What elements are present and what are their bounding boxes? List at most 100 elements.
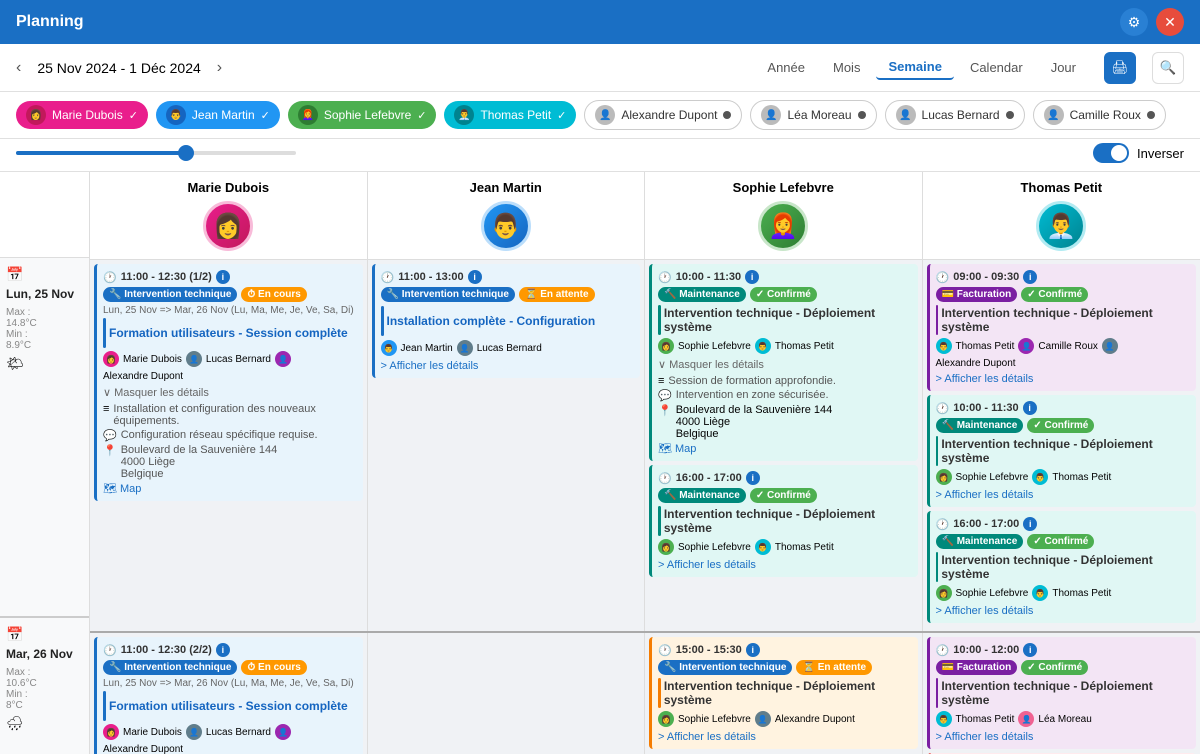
event-people: 👩 Sophie Lefebvre 👤 Alexandre Dupont: [658, 711, 912, 727]
event-people: 👨 Jean Martin 👤 Lucas Bernard: [381, 340, 635, 356]
event-time: 🕐16:00 - 17:00 i: [936, 517, 1191, 531]
event-people: 👨 Thomas Petit 👤 Camille Roux 👤 Alexandr…: [936, 338, 1191, 369]
person-headers: Marie Dubois 👩 Jean Martin 👨 Sophie Lefe…: [90, 172, 1200, 260]
hide-details-link[interactable]: ∨ Masquer les détails: [103, 386, 357, 399]
show-details-link[interactable]: > Afficher les détails: [381, 360, 635, 372]
chip-check-marie: ✓: [129, 109, 138, 122]
filter-chip-thomas[interactable]: 👨‍💼 Thomas Petit ✓: [444, 101, 576, 129]
thomas-day1: 🕐09:00 - 09:30 i 💳 Facturation ✓ Confirm…: [923, 260, 1200, 631]
filter-chip-lucas[interactable]: 👤 Lucas Bernard: [885, 100, 1025, 130]
badge-row: 🔨 Maintenance ✓ Confirmé: [658, 488, 912, 503]
chip-label-alexandre: Alexandre Dupont: [621, 108, 717, 122]
event-card: 🕐16:00 - 17:00 i 🔨 Maintenance ✓ Confirm…: [927, 511, 1197, 623]
filter-chip-marie[interactable]: 👩 Marie Dubois ✓: [16, 101, 148, 129]
filter-chip-alexandre[interactable]: 👤 Alexandre Dupont: [584, 100, 742, 130]
show-details-link[interactable]: > Afficher les détails: [936, 489, 1191, 501]
next-button[interactable]: ›: [217, 59, 222, 77]
event-time: 🕐10:00 - 11:30 i: [936, 401, 1191, 415]
event-people: 👩 Sophie Lefebvre 👨 Thomas Petit: [658, 539, 912, 555]
badge-row: 🔨 Maintenance ✓ Confirmé: [658, 287, 912, 302]
event-card: 🕐16:00 - 17:00 i 🔨 Maintenance ✓ Confirm…: [649, 465, 918, 577]
event-card: 🕐15:00 - 15:30 i 🔧 Intervention techniqu…: [649, 637, 918, 749]
filter-chip-camille[interactable]: 👤 Camille Roux: [1033, 100, 1166, 130]
badge-row: 💳 Facturation ✓ Confirmé: [936, 287, 1191, 302]
chip-label-marie: Marie Dubois: [52, 108, 123, 122]
view-day[interactable]: Jour: [1039, 55, 1088, 80]
day-label-lun: 📅 Lun, 25 Nov Max : 14.8°C Min :8.9°C 🌤: [0, 258, 89, 618]
jean-day1: 🕐11:00 - 13:00 i 🔧 Intervention techniqu…: [368, 260, 646, 631]
badge-row: 🔧 Intervention technique ⏳ En attente: [381, 287, 635, 302]
chip-check-thomas: ✓: [557, 109, 566, 122]
event-time: 🕐15:00 - 15:30 i: [658, 643, 912, 657]
avatar-sophie: 👩‍🦰: [758, 201, 808, 251]
search-button[interactable]: 🔍: [1152, 52, 1184, 84]
chip-check-jean: ✓: [261, 109, 270, 122]
show-details-link[interactable]: > Afficher les détails: [936, 731, 1191, 743]
show-details-link[interactable]: > Afficher les détails: [658, 559, 912, 571]
badge-row: 🔧 Intervention technique ⏱ En cours: [103, 660, 357, 675]
marie-day2: 🕐11:00 - 12:30 (2/2) i 🔧 Intervention te…: [90, 633, 368, 754]
close-button[interactable]: ✕: [1156, 8, 1184, 36]
day1-row: 🕐11:00 - 12:30 (1/2) i 🔧 Intervention te…: [90, 260, 1200, 633]
print-button[interactable]: 🖨: [1104, 52, 1136, 84]
view-month[interactable]: Mois: [821, 55, 872, 80]
event-time: 🕐11:00 - 12:30 (1/2) i: [103, 270, 357, 284]
event-people: 👩 Sophie Lefebvre 👨 Thomas Petit: [936, 469, 1191, 485]
event-title: Intervention technique - Déploiement sys…: [664, 306, 912, 334]
nav-bar: ‹ 25 Nov 2024 - 1 Déc 2024 › Année Mois …: [0, 44, 1200, 92]
avatar-marie: 👩: [203, 201, 253, 251]
prev-button[interactable]: ‹: [16, 59, 21, 77]
map-link[interactable]: 🗺 Map: [103, 482, 357, 495]
day-labels: 📅 Lun, 25 Nov Max : 14.8°C Min :8.9°C 🌤 …: [0, 172, 90, 754]
chip-label-lea: Léa Moreau: [787, 108, 851, 122]
person-name-tag: Marie Dubois: [123, 354, 182, 365]
chip-label-lucas: Lucas Bernard: [922, 108, 1000, 122]
inverser-toggle[interactable]: [1093, 143, 1129, 163]
event-title: Installation complète - Configuration: [387, 314, 596, 328]
filter-chip-lea[interactable]: 👤 Léa Moreau: [750, 100, 876, 130]
avatar-jean: 👨: [481, 201, 531, 251]
event-people: 👩 Sophie Lefebvre 👨 Thomas Petit: [936, 585, 1191, 601]
event-card: 🕐10:00 - 11:30 i 🔨 Maintenance ✓ Confirm…: [927, 395, 1197, 507]
header-sophie: Sophie Lefebvre 👩‍🦰: [645, 172, 923, 259]
badge-row: 🔨 Maintenance ✓ Confirmé: [936, 418, 1191, 433]
view-year[interactable]: Année: [755, 55, 817, 80]
event-people: 👨 Thomas Petit 👤 Léa Moreau: [936, 711, 1191, 727]
day-label-mar: 📅 Mar, 26 Nov Max :10.6°C Min :8°C 🌧: [0, 618, 89, 754]
filter-bar: 👩 Marie Dubois ✓ 👨 Jean Martin ✓ 👩‍🦰 Sop…: [0, 92, 1200, 139]
zoom-slider[interactable]: [16, 151, 296, 155]
event-details: ≡Installation et configuration des nouve…: [103, 403, 357, 495]
badge-row: 🔧 Intervention technique ⏱ En cours: [103, 287, 357, 302]
event-time: 🕐11:00 - 13:00 i: [381, 270, 635, 284]
badge-type: 🔨 Maintenance: [658, 287, 746, 302]
view-switcher: Année Mois Semaine Calendar Jour: [755, 55, 1088, 80]
header-thomas: Thomas Petit 👨‍💼: [923, 172, 1200, 259]
chip-label-thomas: Thomas Petit: [480, 108, 551, 122]
badge-status: ⏱ En cours: [241, 287, 306, 302]
event-people: 👩 Sophie Lefebvre 👨 Thomas Petit: [658, 338, 912, 354]
view-week[interactable]: Semaine: [876, 55, 953, 80]
marie-day1: 🕐11:00 - 12:30 (1/2) i 🔧 Intervention te…: [90, 260, 368, 631]
event-card: 🕐11:00 - 13:00 i 🔧 Intervention techniqu…: [372, 264, 641, 378]
toggle-container: Inverser: [1093, 143, 1184, 163]
event-expanded-details: ≡Session de formation approfondie. 💬Inte…: [658, 375, 912, 455]
show-details-link[interactable]: > Afficher les détails: [658, 731, 912, 743]
filter-chip-jean[interactable]: 👨 Jean Martin ✓: [156, 101, 280, 129]
header-controls: ⚙ ✕: [1120, 8, 1184, 36]
show-details-link[interactable]: > Afficher les détails: [936, 605, 1191, 617]
header-name-sophie: Sophie Lefebvre: [649, 180, 918, 195]
event-card: 🕐11:00 - 12:30 (2/2) i 🔧 Intervention te…: [94, 637, 363, 754]
app-header: Planning ⚙ ✕: [0, 0, 1200, 44]
chip-label-jean: Jean Martin: [192, 108, 255, 122]
map-link[interactable]: 🗺 Map: [658, 442, 912, 455]
badge-row: 💳 Facturation ✓ Confirmé: [936, 660, 1191, 675]
show-details-link[interactable]: > Afficher les détails: [936, 373, 1191, 385]
view-calendar[interactable]: Calendar: [958, 55, 1035, 80]
event-time: 🕐09:00 - 09:30 i: [936, 270, 1191, 284]
badge-status: ✓ Confirmé: [750, 287, 817, 302]
filter-chip-sophie[interactable]: 👩‍🦰 Sophie Lefebvre ✓: [288, 101, 437, 129]
header-marie: Marie Dubois 👩: [90, 172, 368, 259]
header-jean: Jean Martin 👨: [368, 172, 646, 259]
hide-details-link[interactable]: ∨ Masquer les détails: [658, 358, 912, 371]
settings-button[interactable]: ⚙: [1120, 8, 1148, 36]
